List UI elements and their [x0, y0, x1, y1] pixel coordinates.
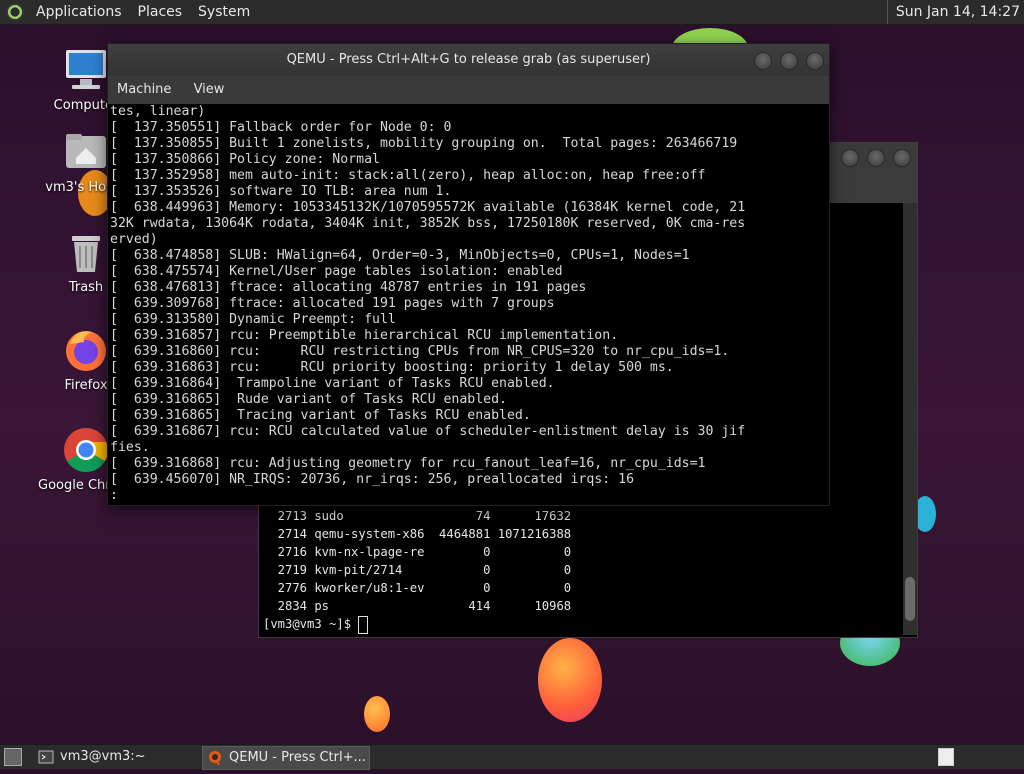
console-line: [ 639.316863] rcu: RCU priority boosting… — [110, 360, 674, 375]
menu-places[interactable]: Places — [130, 4, 191, 20]
process-col4: 17632 — [534, 509, 572, 523]
trash-icon — [62, 228, 110, 276]
clock[interactable]: Sun Jan 14, 14:27 — [886, 0, 1020, 24]
process-row: 2714 qemu-system-x86 4464881 1071216388 — [259, 525, 899, 543]
scrollbar-thumb[interactable] — [905, 577, 915, 621]
process-row: 2776 kworker/u8:1-ev 0 0 — [259, 579, 899, 597]
console-line: [ 137.350855] Built 1 zonelists, mobilit… — [110, 136, 738, 151]
menu-applications[interactable]: Applications — [28, 4, 130, 20]
qemu-icon — [207, 750, 223, 766]
minimize-button[interactable] — [841, 149, 859, 167]
menu-machine[interactable]: Machine — [108, 76, 180, 104]
console-line: [ 639.309768] ftrace: allocated 191 page… — [110, 296, 555, 311]
firefox-icon — [62, 326, 110, 374]
terminal-icon — [38, 749, 54, 765]
process-pid: 2776 — [277, 581, 308, 595]
home-folder-icon — [62, 128, 110, 176]
chrome-icon — [62, 426, 110, 474]
console-line: [ 639.316868] rcu: Adjusting geometry fo… — [110, 456, 706, 471]
task-terminal[interactable]: vm3@vm3:~ — [34, 746, 220, 768]
process-col3: 74 — [475, 509, 491, 523]
maximize-button[interactable] — [780, 52, 798, 70]
console-line: [ 639.316865] Tracing variant of Tasks R… — [110, 408, 531, 423]
process-name: kvm-pit/2714 — [314, 563, 403, 577]
process-name: kworker/u8:1-ev — [314, 581, 425, 595]
text-cursor — [358, 615, 369, 634]
process-name: sudo — [314, 509, 344, 523]
show-desktop-icon[interactable] — [4, 748, 22, 766]
console-line: [ 638.475574] Kernel/User page tables is… — [110, 264, 563, 279]
computer-icon — [62, 46, 110, 94]
process-name: qemu-system-x86 — [314, 527, 425, 541]
process-col3: 4464881 — [439, 527, 491, 541]
console-line: 32K rwdata, 13064K rodata, 3404K init, 3… — [110, 216, 746, 231]
taskbar: vm3@vm3:~ QEMU - Press Ctrl+... — [0, 744, 1024, 770]
process-col4: 0 — [563, 581, 572, 595]
process-row: 2713 sudo 74 17632 — [259, 507, 899, 525]
terminal-scrollbar[interactable] — [903, 203, 917, 635]
console-line: [ 137.350551] Fallback order for Node 0:… — [110, 120, 452, 135]
close-button[interactable] — [893, 149, 911, 167]
process-col4: 0 — [563, 545, 572, 559]
process-col3: 0 — [483, 581, 491, 595]
process-pid: 2716 — [277, 545, 308, 559]
process-pid: 2719 — [277, 563, 308, 577]
process-pid: 2713 — [277, 509, 308, 523]
trash-applet-icon[interactable] — [938, 748, 954, 766]
qemu-menubar: Machine View — [108, 76, 829, 104]
process-row: 2719 kvm-pit/2714 0 0 — [259, 561, 899, 579]
process-col4: 10968 — [534, 599, 572, 613]
process-row: 2834 ps 414 10968 — [259, 597, 899, 615]
minimize-button[interactable] — [754, 52, 772, 70]
process-pid: 2834 — [277, 599, 308, 613]
console-line: [ 137.352958] mem auto-init: stack:all(z… — [110, 168, 706, 183]
console-line: tes, linear) — [110, 104, 206, 119]
console-line: [ 638.449963] Memory: 1053345132K/107059… — [110, 200, 746, 215]
process-col3: 414 — [468, 599, 491, 613]
menu-system[interactable]: System — [190, 4, 258, 20]
console-line: : — [110, 488, 118, 503]
maximize-button[interactable] — [867, 149, 885, 167]
wallpaper-bubble — [538, 638, 602, 722]
console-line: [ 638.474858] SLUB: HWalign=64, Order=0-… — [110, 248, 690, 263]
console-line: [ 639.316867] rcu: RCU calculated value … — [110, 424, 746, 439]
console-line: fies. — [110, 440, 150, 455]
console-line: [ 639.316865] Rude variant of Tasks RCU … — [110, 392, 507, 407]
qemu-window[interactable]: QEMU - Press Ctrl+Alt+G to release grab … — [107, 43, 830, 506]
console-line: [ 639.316860] rcu: RCU restricting CPUs … — [110, 344, 730, 359]
console-line: [ 639.316864] Trampoline variant of Task… — [110, 376, 555, 391]
process-col4: 0 — [563, 563, 572, 577]
console-line: [ 137.350866] Policy zone: Normal — [110, 152, 380, 167]
console-line: [ 639.313580] Dynamic Preempt: full — [110, 312, 396, 327]
process-col3: 0 — [483, 563, 491, 577]
task-qemu[interactable]: QEMU - Press Ctrl+... — [202, 746, 370, 770]
qemu-titlebar[interactable]: QEMU - Press Ctrl+Alt+G to release grab … — [108, 44, 829, 76]
process-row: 2716 kvm-nx-lpage-re 0 0 — [259, 543, 899, 561]
process-pid: 2714 — [277, 527, 308, 541]
close-button[interactable] — [806, 52, 824, 70]
console-line: [ 638.476813] ftrace: allocating 48787 e… — [110, 280, 587, 295]
window-title: QEMU - Press Ctrl+Alt+G to release grab … — [286, 52, 651, 67]
process-col3: 0 — [483, 545, 491, 559]
process-name: ps — [314, 599, 330, 613]
top-panel: Applications Places System Sun Jan 14, 1… — [0, 0, 1024, 25]
vm-console[interactable]: tes, linear)[ 137.350551] Fallback order… — [108, 104, 829, 504]
process-name: kvm-nx-lpage-re — [314, 545, 425, 559]
console-line: [ 639.316857] rcu: Preemptible hierarchi… — [110, 328, 619, 343]
shell-prompt[interactable]: [vm3@vm3 ~]$ — [259, 615, 899, 634]
distro-logo-icon[interactable] — [6, 3, 24, 21]
process-col4: 1071216388 — [497, 527, 572, 541]
terminal-output[interactable]: 2713 sudo 74 17632 2714 qemu-system-x86 446488… — [259, 507, 899, 634]
wallpaper-bubble — [364, 696, 390, 732]
console-line: erved) — [110, 232, 158, 247]
console-line: [ 137.353526] software IO TLB: area num … — [110, 184, 452, 199]
console-line: [ 639.456070] NR_IRQS: 20736, nr_irqs: 2… — [110, 472, 635, 487]
menu-view[interactable]: View — [185, 76, 234, 104]
